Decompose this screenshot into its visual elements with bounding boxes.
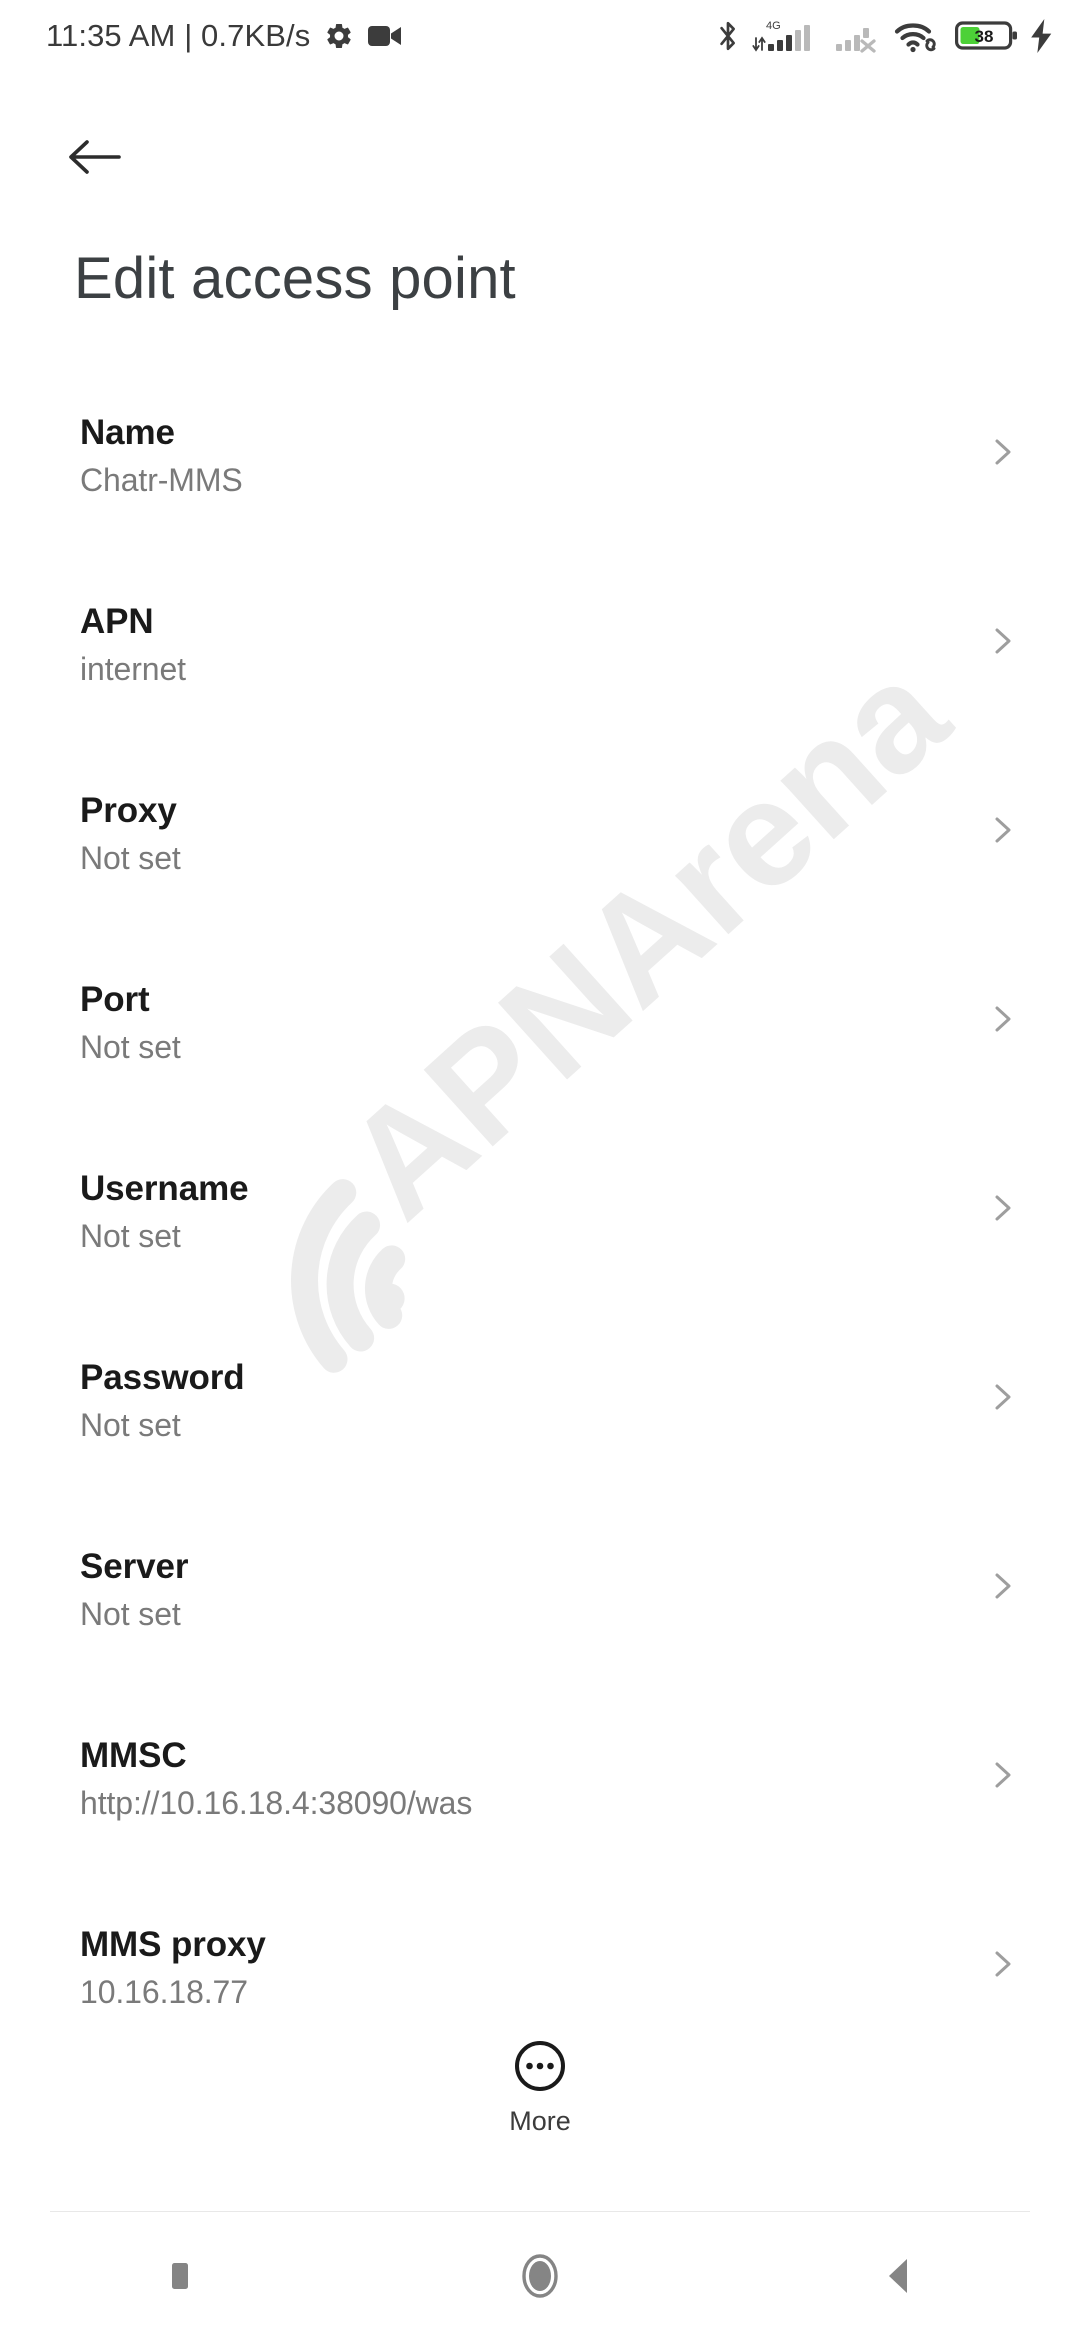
- settings-row-text: Proxy Not set: [80, 790, 181, 878]
- settings-row-label: Name: [80, 413, 175, 452]
- battery-icon: 38: [955, 21, 1017, 50]
- settings-row-chevron[interactable]: [986, 1942, 1020, 1991]
- bluetooth-icon: [720, 21, 736, 51]
- settings-row-value: Not set: [80, 1596, 181, 1633]
- page-title: Edit access point: [74, 246, 516, 311]
- more-button-label: More: [509, 2106, 571, 2136]
- settings-row-value: http://10.16.18.4:38090/was: [80, 1785, 473, 1822]
- svg-text:4G: 4G: [766, 20, 781, 32]
- chevron-right-icon: [995, 1762, 1011, 1788]
- nav-home-button[interactable]: [470, 2212, 610, 2340]
- settings-row[interactable]: Username Not set: [0, 1168, 1080, 1357]
- settings-row[interactable]: Password Not set: [0, 1357, 1080, 1546]
- settings-row-text: Server Not set: [80, 1546, 188, 1634]
- wifi-link-icon: [894, 23, 936, 53]
- settings-row[interactable]: Name Chatr-MMS: [0, 412, 1080, 601]
- settings-row-text: Port Not set: [80, 979, 181, 1067]
- gear-icon: [327, 23, 352, 48]
- settings-row-label: MMS proxy: [80, 1925, 266, 1964]
- settings-row-chevron[interactable]: [986, 430, 1020, 479]
- video-camera-icon: [368, 26, 402, 46]
- settings-row-value: Not set: [80, 1029, 181, 1066]
- settings-row-chevron[interactable]: [986, 619, 1020, 668]
- battery-level-text: 38: [975, 27, 994, 46]
- status-bar-left: 11:35 AM | 0.7KB/s: [46, 18, 402, 54]
- chevron-right-icon: [995, 817, 1011, 843]
- settings-row-chevron[interactable]: [986, 808, 1020, 857]
- settings-row[interactable]: Proxy Not set: [0, 790, 1080, 979]
- nav-recents-button[interactable]: [110, 2212, 250, 2340]
- settings-row-label: Server: [80, 1547, 189, 1586]
- settings-row-label: Password: [80, 1358, 245, 1397]
- settings-row-chevron[interactable]: [986, 1186, 1020, 1235]
- settings-row[interactable]: APN internet: [0, 601, 1080, 790]
- settings-row-value: 10.16.18.77: [80, 1974, 248, 2011]
- charging-bolt-icon: [1031, 19, 1052, 53]
- settings-row-chevron[interactable]: [986, 1753, 1020, 1802]
- settings-row-value: internet: [80, 651, 186, 688]
- settings-row-value: Chatr-MMS: [80, 462, 243, 499]
- chevron-right-icon: [995, 1951, 1011, 1977]
- settings-row[interactable]: Port Not set: [0, 979, 1080, 1168]
- status-bar: 11:35 AM | 0.7KB/s 4G 38: [0, 0, 1080, 72]
- more-circle-icon: [515, 2041, 565, 2091]
- circle-icon: [522, 2254, 558, 2298]
- arrow-left-icon: [69, 140, 121, 174]
- signal-bars-icon: 4G: [752, 20, 810, 52]
- settings-row-label: MMSC: [80, 1736, 187, 1775]
- settings-row[interactable]: MMSC http://10.16.18.4:38090/was: [0, 1735, 1080, 1924]
- more-button[interactable]: More: [0, 2038, 1080, 2137]
- triangle-left-icon: [889, 2259, 907, 2293]
- signal-bars-no-service-icon: [836, 28, 876, 53]
- back-button[interactable]: [60, 122, 130, 192]
- settings-row-chevron[interactable]: [986, 1375, 1020, 1424]
- android-screen: 11:35 AM | 0.7KB/s 4G 38 APNArena Edit a…: [0, 0, 1080, 2340]
- settings-row-text: MMSC http://10.16.18.4:38090/was: [80, 1735, 472, 1823]
- settings-row-value: Not set: [80, 1218, 181, 1255]
- settings-row[interactable]: Server Not set: [0, 1546, 1080, 1735]
- navigation-bar: [0, 2212, 1080, 2340]
- chevron-right-icon: [995, 1384, 1011, 1410]
- settings-row-chevron[interactable]: [986, 997, 1020, 1046]
- settings-row-label: Port: [80, 980, 150, 1019]
- settings-row-chevron[interactable]: [986, 1564, 1020, 1613]
- chevron-right-icon: [995, 439, 1011, 465]
- settings-row-value: Not set: [80, 1407, 181, 1444]
- chevron-right-icon: [995, 628, 1011, 654]
- settings-row-text: Username Not set: [80, 1168, 249, 1256]
- chevron-right-icon: [995, 1006, 1011, 1032]
- chevron-right-icon: [995, 1195, 1011, 1221]
- settings-row-text: Name Chatr-MMS: [80, 412, 243, 500]
- settings-row-text: Password Not set: [80, 1357, 245, 1445]
- settings-row-value: Not set: [80, 840, 181, 877]
- settings-list: Name Chatr-MMS APN internet Proxy Not set Port…: [0, 412, 1080, 2113]
- settings-row-text: MMS proxy 10.16.18.77: [80, 1924, 266, 2012]
- chevron-right-icon: [995, 1573, 1011, 1599]
- settings-row-text: APN internet: [80, 601, 186, 689]
- status-clock: 11:35 AM | 0.7KB/s: [46, 18, 311, 53]
- settings-row-label: Proxy: [80, 791, 177, 830]
- status-bar-right: 4G 38: [715, 16, 1054, 56]
- settings-row-label: Username: [80, 1169, 249, 1208]
- settings-row-label: APN: [80, 602, 154, 641]
- square-icon: [172, 2263, 188, 2289]
- nav-back-button[interactable]: [830, 2212, 970, 2340]
